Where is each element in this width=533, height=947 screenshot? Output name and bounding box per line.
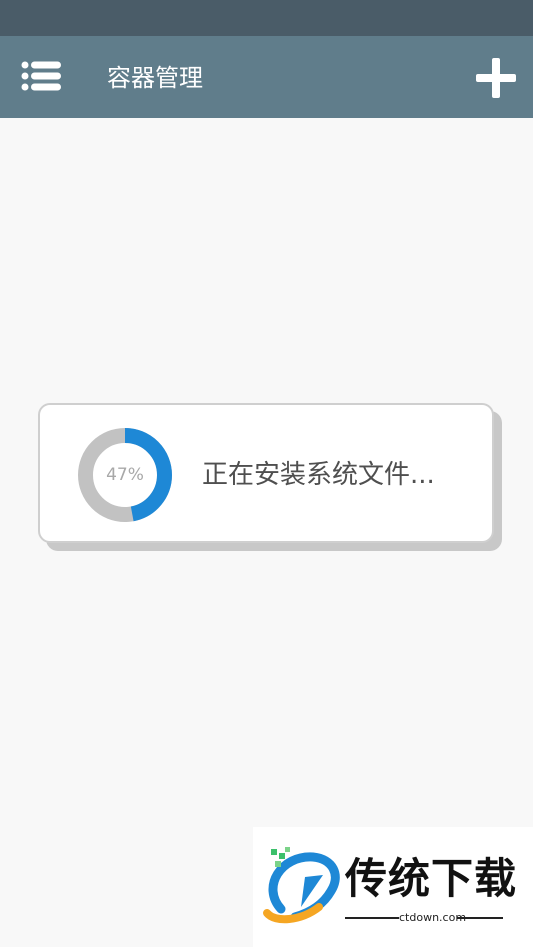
watermark-divider-left [345, 917, 399, 919]
ctdown-logo-icon [263, 847, 340, 924]
watermark-url: ctdown.com [399, 911, 467, 924]
watermark-title: 传统下载 [345, 854, 518, 903]
add-container-button[interactable] [474, 56, 518, 100]
page-title: 容器管理 [107, 64, 203, 92]
list-menu-icon [21, 61, 61, 91]
progress-percent: 47% [106, 465, 144, 485]
status-bar [0, 0, 533, 36]
progress-dialog: 47% 正在安装系统文件... [38, 403, 494, 543]
app-bar: 容器管理 [0, 36, 533, 118]
progress-message: 正在安装系统文件... [202, 460, 435, 490]
watermark-divider-right [457, 917, 503, 919]
menu-button[interactable] [18, 58, 66, 98]
watermark: 传统下载 ctdown.com [253, 827, 533, 947]
plus-icon [476, 58, 516, 98]
